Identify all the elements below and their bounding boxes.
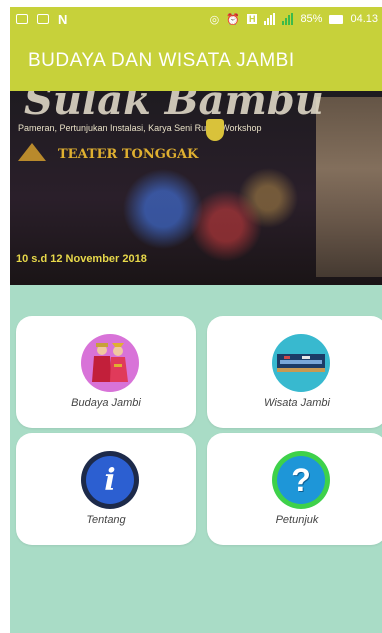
banner-subtitle: Pameran, Pertunjukan Instalasi, Karya Se… [18, 123, 262, 133]
regional-emblem-icon [206, 119, 224, 141]
network-type-badge: H [246, 14, 258, 24]
help-question-icon: ? [272, 451, 330, 509]
signal-strength-icon [264, 13, 276, 25]
signal-strength-2-icon [282, 13, 294, 25]
menu-label: Budaya Jambi [71, 397, 141, 409]
traditional-costume-icon [81, 334, 139, 392]
alarm-icon: ⏰ [226, 13, 240, 26]
info-icon: i [81, 451, 139, 509]
menu-label: Tentang [86, 514, 126, 526]
battery-charging-icon [329, 14, 344, 24]
banner-organizer: TEATER TONGGAK [58, 147, 199, 162]
menu-card-tentang[interactable]: i Tentang [16, 433, 196, 545]
menu-card-budaya-jambi[interactable]: Budaya Jambi [16, 316, 196, 428]
app-title: BUDAYA DAN WISATA JAMBI [28, 50, 295, 71]
nfc-icon: N [58, 11, 68, 27]
gallery-notification-icon [16, 14, 28, 24]
menu-card-wisata-jambi[interactable]: Wisata Jambi [207, 316, 382, 428]
banner-date: 10 s.d 12 November 2018 [16, 253, 147, 265]
menu-label: Wisata Jambi [264, 397, 330, 409]
banner-slider[interactable]: Sulak Bambu Pameran, Pertunjukan Instala… [10, 91, 382, 285]
hotspot-icon: ◎ [209, 13, 220, 26]
status-bar: N ◎ ⏰ H 85% 04.13 [10, 7, 382, 31]
teater-logo-icon [18, 143, 46, 161]
landmark-photo-icon [272, 334, 330, 392]
banner-headline: Sulak Bambu [24, 91, 324, 124]
menu-label: Petunjuk [275, 514, 319, 526]
battery-percent: 85% [300, 13, 323, 25]
event-photos-collage [316, 97, 382, 277]
clock: 04.13 [350, 13, 378, 25]
menu-card-petunjuk[interactable]: ? Petunjuk [207, 433, 382, 545]
app-bar: BUDAYA DAN WISATA JAMBI [10, 31, 382, 91]
message-notification-icon [37, 14, 49, 24]
app-screen: N ◎ ⏰ H 85% 04.13 BUDAYA DAN WISATA JAMB… [10, 7, 382, 633]
